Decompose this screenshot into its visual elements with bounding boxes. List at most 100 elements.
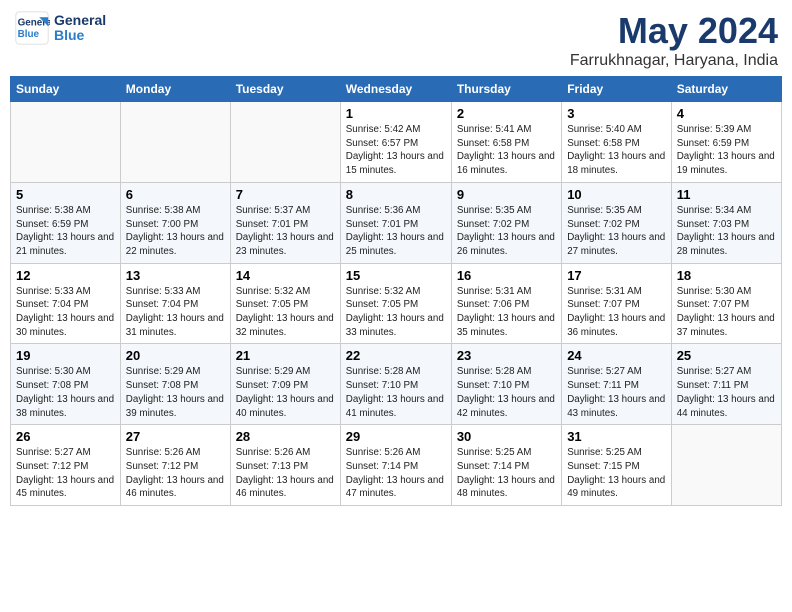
day-number: 13 [126,268,225,283]
day-cell: 15 Sunrise: 5:32 AM Sunset: 7:05 PM Dayli… [340,263,451,344]
day-cell: 31 Sunrise: 5:25 AM Sunset: 7:15 PM Dayli… [562,425,672,506]
day-number: 5 [16,187,115,202]
day-cell [671,425,781,506]
calendar-table: SundayMondayTuesdayWednesdayThursdayFrid… [10,76,782,506]
day-info: Sunrise: 5:29 AM Sunset: 7:08 PM Dayligh… [126,365,225,420]
day-number: 15 [346,268,446,283]
day-info: Sunrise: 5:30 AM Sunset: 7:07 PM Dayligh… [677,285,776,340]
week-row-2: 5 Sunrise: 5:38 AM Sunset: 6:59 PM Daylig… [11,182,782,263]
day-info: Sunrise: 5:40 AM Sunset: 6:58 PM Dayligh… [567,123,666,178]
day-info: Sunrise: 5:31 AM Sunset: 7:06 PM Dayligh… [457,285,556,340]
logo-text: General Blue [54,13,106,44]
day-cell: 16 Sunrise: 5:31 AM Sunset: 7:06 PM Dayli… [451,263,561,344]
day-cell: 21Sunrise: 5:29 AM Sunset: 7:09 PM Dayli… [230,344,340,425]
day-cell: 19 Sunrise: 5:30 AM Sunset: 7:08 PM Dayli… [11,344,121,425]
day-number: 2 [457,106,556,121]
day-number: 21 [236,348,335,363]
day-number: 9 [457,187,556,202]
day-cell: 26 Sunrise: 5:27 AM Sunset: 7:12 PM Dayli… [11,425,121,506]
day-number: 26 [16,429,115,444]
day-cell: 12 Sunrise: 5:33 AM Sunset: 7:04 PM Dayli… [11,263,121,344]
day-info: Sunrise: 5:32 AM Sunset: 7:05 PM Dayligh… [346,285,446,340]
day-number: 31 [567,429,666,444]
header-cell-tuesday: Tuesday [230,77,340,102]
day-cell: 7Sunrise: 5:37 AM Sunset: 7:01 PM Daylig… [230,182,340,263]
day-info: Sunrise: 5:34 AM Sunset: 7:03 PM Dayligh… [677,204,776,259]
day-number: 24 [567,348,666,363]
day-info: Sunrise: 5:33 AM Sunset: 7:04 PM Dayligh… [16,285,115,340]
day-info: Sunrise: 5:37 AM Sunset: 7:01 PM Dayligh… [236,204,335,259]
day-cell: 18 Sunrise: 5:30 AM Sunset: 7:07 PM Dayli… [671,263,781,344]
day-info: Sunrise: 5:41 AM Sunset: 6:58 PM Dayligh… [457,123,556,178]
day-number: 18 [677,268,776,283]
day-cell: 20 Sunrise: 5:29 AM Sunset: 7:08 PM Dayli… [120,344,230,425]
day-info: Sunrise: 5:26 AM Sunset: 7:12 PM Dayligh… [126,446,225,501]
day-number: 16 [457,268,556,283]
day-number: 19 [16,348,115,363]
logo: General Blue General Blue [14,10,106,46]
logo-line1: General [54,13,106,28]
day-number: 27 [126,429,225,444]
week-row-4: 19 Sunrise: 5:30 AM Sunset: 7:08 PM Dayli… [11,344,782,425]
day-number: 28 [236,429,335,444]
day-info: Sunrise: 5:42 AM Sunset: 6:57 PM Dayligh… [346,123,446,178]
day-cell: 23 Sunrise: 5:28 AM Sunset: 7:10 PM Dayli… [451,344,561,425]
day-cell: 27 Sunrise: 5:26 AM Sunset: 7:12 PM Dayli… [120,425,230,506]
day-info: Sunrise: 5:35 AM Sunset: 7:02 PM Dayligh… [457,204,556,259]
day-cell: 5 Sunrise: 5:38 AM Sunset: 6:59 PM Daylig… [11,182,121,263]
day-number: 14 [236,268,335,283]
day-cell: 4Sunrise: 5:39 AM Sunset: 6:59 PM Daylig… [671,102,781,183]
day-number: 8 [346,187,446,202]
day-cell: 11 Sunrise: 5:34 AM Sunset: 7:03 PM Dayli… [671,182,781,263]
day-cell: 30 Sunrise: 5:25 AM Sunset: 7:14 PM Dayli… [451,425,561,506]
day-number: 29 [346,429,446,444]
day-info: Sunrise: 5:27 AM Sunset: 7:11 PM Dayligh… [677,365,776,420]
day-info: Sunrise: 5:27 AM Sunset: 7:11 PM Dayligh… [567,365,666,420]
day-cell: 9 Sunrise: 5:35 AM Sunset: 7:02 PM Daylig… [451,182,561,263]
day-info: Sunrise: 5:25 AM Sunset: 7:15 PM Dayligh… [567,446,666,501]
week-row-3: 12 Sunrise: 5:33 AM Sunset: 7:04 PM Dayli… [11,263,782,344]
header-row: SundayMondayTuesdayWednesdayThursdayFrid… [11,77,782,102]
day-info: Sunrise: 5:28 AM Sunset: 7:10 PM Dayligh… [457,365,556,420]
day-number: 3 [567,106,666,121]
day-cell: 6Sunrise: 5:38 AM Sunset: 7:00 PM Daylig… [120,182,230,263]
day-number: 11 [677,187,776,202]
day-number: 12 [16,268,115,283]
day-info: Sunrise: 5:32 AM Sunset: 7:05 PM Dayligh… [236,285,335,340]
calendar-title: May 2024 [570,10,778,52]
day-number: 6 [126,187,225,202]
day-info: Sunrise: 5:26 AM Sunset: 7:13 PM Dayligh… [236,446,335,501]
day-info: Sunrise: 5:30 AM Sunset: 7:08 PM Dayligh… [16,365,115,420]
day-cell: 22Sunrise: 5:28 AM Sunset: 7:10 PM Dayli… [340,344,451,425]
day-number: 30 [457,429,556,444]
day-info: Sunrise: 5:28 AM Sunset: 7:10 PM Dayligh… [346,365,446,420]
day-number: 20 [126,348,225,363]
day-info: Sunrise: 5:25 AM Sunset: 7:14 PM Dayligh… [457,446,556,501]
week-row-5: 26 Sunrise: 5:27 AM Sunset: 7:12 PM Dayli… [11,425,782,506]
day-info: Sunrise: 5:31 AM Sunset: 7:07 PM Dayligh… [567,285,666,340]
day-info: Sunrise: 5:38 AM Sunset: 6:59 PM Dayligh… [16,204,115,259]
header-cell-friday: Friday [562,77,672,102]
day-number: 23 [457,348,556,363]
logo-line2: Blue [54,28,106,43]
day-number: 10 [567,187,666,202]
calendar-body: 1Sunrise: 5:42 AM Sunset: 6:57 PM Daylig… [11,102,782,506]
day-cell: 8Sunrise: 5:36 AM Sunset: 7:01 PM Daylig… [340,182,451,263]
day-cell [11,102,121,183]
day-info: Sunrise: 5:33 AM Sunset: 7:04 PM Dayligh… [126,285,225,340]
header-cell-sunday: Sunday [11,77,121,102]
day-number: 25 [677,348,776,363]
day-cell: 25 Sunrise: 5:27 AM Sunset: 7:11 PM Dayli… [671,344,781,425]
calendar-subtitle: Farrukhnagar, Haryana, India [570,52,778,70]
day-info: Sunrise: 5:39 AM Sunset: 6:59 PM Dayligh… [677,123,776,178]
title-block: May 2024 Farrukhnagar, Haryana, India [570,10,778,70]
calendar-header: SundayMondayTuesdayWednesdayThursdayFrid… [11,77,782,102]
day-cell: 24 Sunrise: 5:27 AM Sunset: 7:11 PM Dayli… [562,344,672,425]
day-info: Sunrise: 5:27 AM Sunset: 7:12 PM Dayligh… [16,446,115,501]
logo-icon: General Blue [14,10,50,46]
day-cell: 13 Sunrise: 5:33 AM Sunset: 7:04 PM Dayli… [120,263,230,344]
day-cell: 14 Sunrise: 5:32 AM Sunset: 7:05 PM Dayli… [230,263,340,344]
day-cell: 10Sunrise: 5:35 AM Sunset: 7:02 PM Dayli… [562,182,672,263]
day-cell: 1Sunrise: 5:42 AM Sunset: 6:57 PM Daylig… [340,102,451,183]
day-cell: 3 Sunrise: 5:40 AM Sunset: 6:58 PM Daylig… [562,102,672,183]
